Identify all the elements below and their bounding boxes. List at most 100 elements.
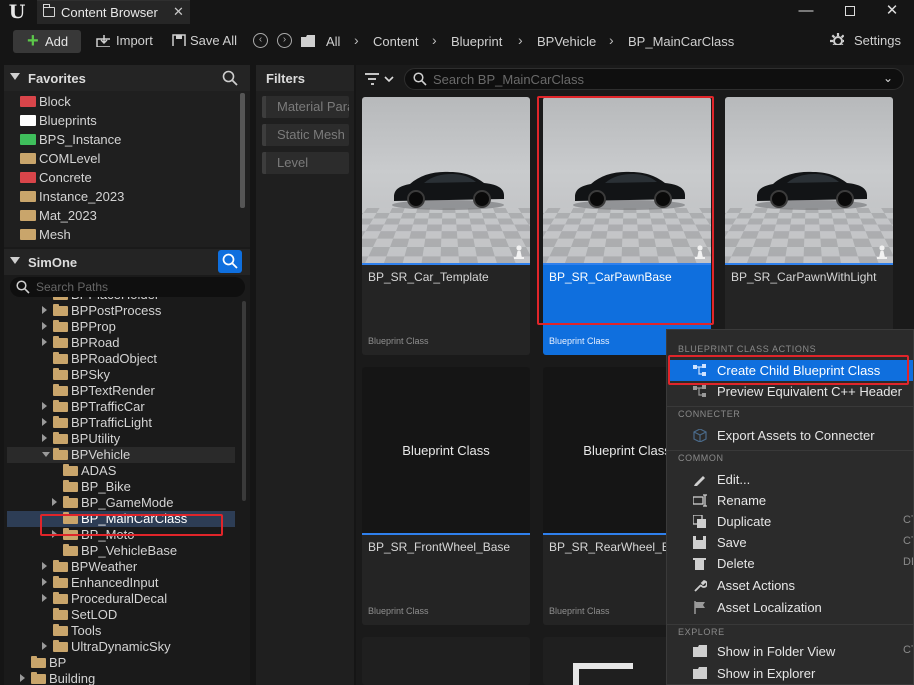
filter-chip[interactable]: Level [262, 152, 349, 174]
favorite-item[interactable]: Instance_2023 [20, 187, 240, 206]
minimize-button[interactable]: — [786, 0, 826, 24]
tree-folder-item[interactable]: BP [4, 655, 244, 671]
filter-button[interactable] [364, 71, 400, 93]
tree-folder-item[interactable]: BPSky [4, 367, 244, 383]
chevron-right-icon[interactable] [42, 402, 47, 410]
chevron-right-icon[interactable] [42, 306, 47, 314]
back-icon[interactable]: ‹ [253, 33, 268, 48]
tree-folder-item[interactable]: BPPostProcess [4, 303, 244, 319]
chevron-right-icon[interactable] [42, 594, 47, 602]
save-all-button[interactable]: Save All [190, 33, 237, 48]
simone-header[interactable]: SimOne [4, 249, 250, 275]
tree-folder-item[interactable]: BP_Bike [4, 479, 244, 495]
delete-item[interactable]: Delete DE [669, 553, 913, 574]
asset-card-partial[interactable] [362, 637, 530, 685]
chevron-right-icon[interactable] [42, 338, 47, 346]
filter-chip[interactable]: Static Mesh [262, 124, 349, 146]
folder-icon [20, 172, 36, 183]
save-item[interactable]: Save CT [669, 532, 913, 553]
chevron-right-icon[interactable] [42, 322, 47, 330]
breadcrumb-all[interactable]: All [326, 34, 340, 49]
asset-search-input[interactable]: Search BP_MainCarClass ⌄ [404, 68, 904, 90]
tree-folder-item[interactable]: Building [4, 671, 244, 685]
tree-folder-item[interactable]: Tools [4, 623, 244, 639]
asset-card[interactable]: BP_SR_Car_Template Blueprint Class [362, 97, 530, 355]
favorite-item[interactable]: Mat_2023 [20, 206, 240, 225]
breadcrumb-content[interactable]: Content [373, 34, 419, 49]
tab-close-button[interactable]: ✕ [173, 4, 184, 20]
search-toggle-button[interactable] [218, 250, 242, 273]
import-button[interactable]: Import [116, 33, 153, 48]
breadcrumb-separator[interactable]: › [518, 32, 523, 48]
tree-folder-item[interactable]: BPRoadObject [4, 351, 244, 367]
favorites-title: Favorites [28, 71, 86, 86]
chevron-right-icon[interactable] [52, 498, 57, 506]
tree-folder-item[interactable]: BPUtility [4, 431, 244, 447]
chevron-right-icon[interactable] [42, 434, 47, 442]
pawn-icon [514, 245, 524, 259]
tree-folder-item[interactable]: BPWeather [4, 559, 244, 575]
search-paths-input[interactable]: Search Paths [10, 277, 245, 297]
chevron-down-icon[interactable]: ⌄ [883, 71, 893, 85]
tree-folder-item[interactable]: BPVehicle [7, 447, 235, 463]
rename-item[interactable]: Rename [669, 490, 913, 511]
filter-chip[interactable]: Material Parameter Collection [262, 96, 349, 118]
show-in-explorer-item[interactable]: Show in Explorer [669, 663, 913, 684]
duplicate-item[interactable]: Duplicate CT [669, 511, 913, 532]
asset-actions-item[interactable]: Asset Actions [669, 575, 913, 596]
favorite-item[interactable]: Mesh [20, 225, 240, 244]
forward-icon[interactable]: › [277, 33, 292, 48]
tree-folder-item[interactable]: BPTrafficCar [4, 399, 244, 415]
tree-folder-item[interactable]: BPRoad [4, 335, 244, 351]
tree-folder-item[interactable]: EnhancedInput [4, 575, 244, 591]
asset-localization-item[interactable]: Asset Localization [669, 597, 913, 618]
tree-folder-item[interactable]: ADAS [4, 463, 244, 479]
export-assets-connecter-item[interactable]: Export Assets to Connecter [669, 425, 913, 446]
close-window-button[interactable]: ✕ [872, 0, 912, 24]
tree-folder-item[interactable]: ProceduralDecal [4, 591, 244, 607]
tree-folder-item[interactable]: BPTextRender [4, 383, 244, 399]
tree-folder-item[interactable]: UltraDynamicSky [4, 639, 244, 655]
tree-folder-item[interactable]: SetLOD [4, 607, 244, 623]
breadcrumb-separator[interactable]: › [609, 32, 614, 48]
chevron-right-icon[interactable] [42, 578, 47, 586]
show-in-folder-view-item[interactable]: Show in Folder View CT [669, 641, 913, 662]
folder-icon [63, 480, 78, 492]
favorites-scrollbar[interactable] [240, 93, 245, 208]
tree-folder-item[interactable]: BP_GameMode [4, 495, 244, 511]
favorite-item[interactable]: Concrete [20, 168, 240, 187]
favorite-item[interactable]: BPS_Instance [20, 130, 240, 149]
breadcrumb-bp-maincarclass[interactable]: BP_MainCarClass [628, 34, 734, 49]
folder-tree: BPPlaceHolderBPPostProcessBPPropBPRoadBP… [4, 297, 250, 685]
breadcrumb-separator[interactable]: › [432, 32, 437, 48]
breadcrumb-blueprint[interactable]: Blueprint [451, 34, 502, 49]
breadcrumb-bpvehicle[interactable]: BPVehicle [537, 34, 596, 49]
asset-search-placeholder: Search BP_MainCarClass [433, 72, 585, 87]
favorites-header[interactable]: Favorites [4, 65, 250, 91]
chevron-right-icon[interactable] [42, 642, 47, 650]
folder-icon [53, 432, 68, 444]
chevron-right-icon[interactable] [42, 562, 47, 570]
gear-icon [830, 33, 844, 45]
chevron-down-icon[interactable] [42, 452, 50, 457]
tree-folder-item[interactable]: BP_VehicleBase [4, 543, 244, 559]
search-icon[interactable] [222, 70, 238, 86]
asset-card[interactable]: BP_SR_CarPawnWithLightBlueprint Class [725, 97, 893, 355]
favorite-item[interactable]: Block [20, 92, 240, 111]
chevron-right-icon[interactable] [42, 418, 47, 426]
favorite-item[interactable]: COMLevel [20, 149, 240, 168]
tree-folder-label: BPRoad [71, 335, 120, 350]
tab-content-browser[interactable]: Content Browser ✕ [37, 0, 190, 24]
edit-item[interactable]: Edit... [669, 469, 913, 490]
settings-button[interactable]: Settings [854, 33, 901, 48]
tree-folder-item[interactable]: BPTrafficLight [4, 415, 244, 431]
add-button[interactable]: + Add [13, 30, 81, 53]
asset-card[interactable]: Blueprint Class BP_SR_FrontWheel_Base Blue… [362, 367, 530, 625]
tree-folder-item[interactable]: BPProp [4, 319, 244, 335]
chevron-right-icon[interactable] [20, 674, 25, 682]
maximize-button[interactable] [830, 0, 870, 24]
favorite-item[interactable]: Blueprints [20, 111, 240, 130]
tree-scrollbar[interactable] [242, 301, 246, 501]
asset-name: BP_SR_CarPawnWithLight [731, 270, 877, 284]
breadcrumb-separator[interactable]: › [354, 32, 359, 48]
